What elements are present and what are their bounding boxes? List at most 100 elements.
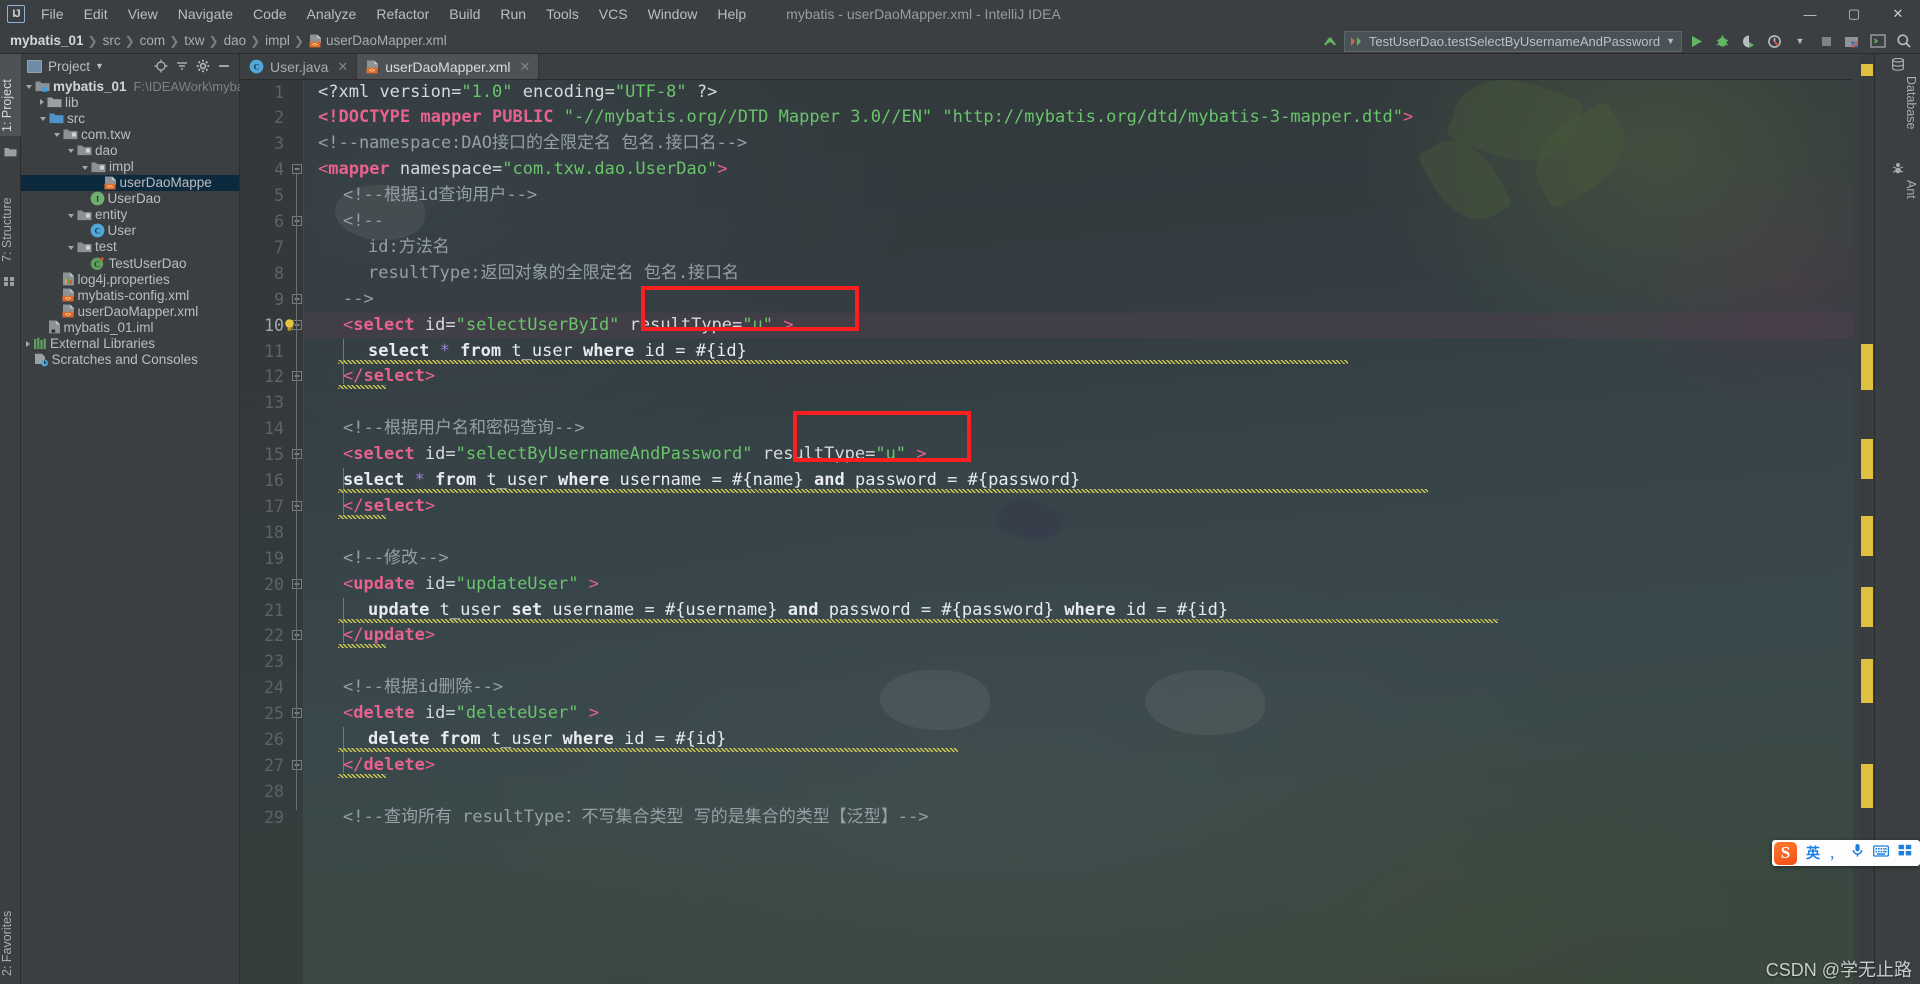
fold-marker[interactable] [292,630,302,641]
stop-icon[interactable] [1814,30,1838,52]
locate-icon[interactable] [152,57,170,75]
menu-item-analyze[interactable]: Analyze [297,3,367,25]
apps-icon[interactable] [1898,844,1912,862]
fold-marker[interactable] [292,371,302,382]
code-line[interactable]: <delete id="deleteUser" > [343,701,599,727]
code-line[interactable]: <!DOCTYPE mapper PUBLIC "-//mybatis.org/… [318,105,1413,131]
tree-item-com-txw[interactable]: com.txw [21,126,239,142]
tree-item-user[interactable]: C User [21,223,239,239]
tree-item-impl[interactable]: impl [21,158,239,174]
tree-item-test[interactable]: test [21,239,239,255]
menu-item-help[interactable]: Help [707,3,756,25]
chevron-right-icon[interactable] [40,99,44,106]
run-configuration-selector[interactable]: TestUserDao.testSelectByUsernameAndPassw… [1343,30,1682,52]
build-project-icon[interactable] [1840,30,1864,52]
chevron-down-icon[interactable]: ▼ [95,61,104,71]
tree-item-scratches-and-consoles[interactable]: Scratches and Consoles [21,352,239,368]
tree-item-userdao[interactable]: I UserDao [21,191,239,207]
menu-item-file[interactable]: File [31,3,74,25]
tree-item-testuserdao[interactable]: C TestUserDao [21,255,239,271]
tree-item-entity[interactable]: entity [21,207,239,223]
code-line[interactable]: <?xml version="1.0" encoding="UTF-8" ?> [318,80,717,106]
menu-item-navigate[interactable]: Navigate [168,3,243,25]
menu-item-run[interactable]: Run [490,3,536,25]
terminal-icon[interactable] [1866,30,1890,52]
menu-item-tools[interactable]: Tools [536,3,589,25]
fold-marker[interactable] [292,164,302,175]
sidebar-item-favorites[interactable]: 2: Favorites [0,906,21,980]
menu-item-refactor[interactable]: Refactor [366,3,439,25]
code-line[interactable]: <!--namespace:DAO接口的全限定名 包名.接口名--> [318,131,747,157]
chevron-down-icon[interactable] [82,165,88,170]
breadcrumb-item-com[interactable]: com [136,30,169,52]
code-line[interactable]: resultType:返回对象的全限定名 包名.接口名 [368,261,739,287]
fold-marker[interactable] [292,708,302,719]
menu-item-code[interactable]: Code [243,3,296,25]
minimize-button[interactable]: — [1788,0,1832,28]
fold-marker[interactable] [292,578,302,589]
code-line[interactable]: <!--查询所有 resultType：不写集合类型 写的是集合的类型【泛型】-… [343,805,928,831]
code-line[interactable]: <!--修改--> [343,546,449,572]
search-everywhere-icon[interactable] [1892,30,1916,52]
sidebar-item-database[interactable]: Database [1904,76,1918,130]
keyboard-icon[interactable] [1872,844,1890,862]
breadcrumb-item-mybatis-01[interactable]: mybatis_01 [6,30,87,52]
code-line[interactable]: <!-- [343,209,384,235]
code-line[interactable]: <!--根据用户名和密码查询--> [343,416,585,442]
tree-item-external-libraries[interactable]: External Libraries [21,336,239,352]
close-icon[interactable]: ✕ [520,59,531,75]
chevron-down-icon[interactable] [68,149,74,154]
hide-icon[interactable] [215,57,233,75]
tree-item-mybatis-config-xml[interactable]: <> mybatis-config.xml [21,287,239,303]
tree-item-userdaomapper-xml[interactable]: <> userDaoMapper.xml [21,303,239,319]
menu-item-window[interactable]: Window [638,3,708,25]
code-line[interactable]: id:方法名 [368,235,450,261]
input-method-toolbar[interactable]: S 英 ， [1772,840,1920,866]
code-content[interactable]: 1 <?xml version="1.0" encoding="UTF-8" ?>… [240,80,1853,984]
maximize-button[interactable]: ▢ [1832,0,1876,28]
chevron-down-icon[interactable] [68,213,74,218]
debug-icon[interactable] [1710,30,1734,52]
close-icon[interactable]: ✕ [337,59,348,75]
sidebar-item-structure[interactable]: 7: Structure [0,166,21,266]
breadcrumb-item-impl[interactable]: impl [261,30,293,52]
tree-item-log4j-properties[interactable]: log4j.properties [21,271,239,287]
breadcrumb-item-src[interactable]: src [99,30,124,52]
editor-tab-userdaomapper-xml[interactable]: <> userDaoMapper.xml ✕ [357,54,540,79]
code-line[interactable]: <update id="updateUser" > [343,572,599,598]
code-line[interactable]: --> [343,287,374,313]
editor-tab-user-java[interactable]: C User.java ✕ [240,54,358,79]
ime-punctuation-toggle[interactable]: ， [1829,844,1842,863]
settings-gear-icon[interactable] [194,57,212,75]
collapse-all-icon[interactable] [173,57,191,75]
ime-mode-label[interactable]: 英 [1806,843,1820,863]
menu-item-view[interactable]: View [118,3,168,25]
code-line[interactable]: <!--根据id查询用户--> [343,183,537,209]
sidebar-item-ant[interactable]: Ant [1904,180,1918,199]
tree-item-dao[interactable]: dao [21,142,239,158]
tree-item-lib[interactable]: lib [21,94,239,110]
menu-item-build[interactable]: Build [439,3,490,25]
chevron-down-icon[interactable] [54,133,60,138]
navigate-up-icon[interactable] [1318,30,1342,52]
breadcrumb-item-userdaomapper-xml[interactable]: <> userDaoMapper.xml [305,30,450,52]
run-icon[interactable] [1684,30,1708,52]
tree-item-src[interactable]: src [21,110,239,126]
breadcrumb-item-dao[interactable]: dao [220,30,250,52]
fold-marker[interactable] [292,293,302,304]
fold-marker[interactable] [292,449,302,460]
menu-item-edit[interactable]: Edit [74,3,118,25]
chevron-down-icon[interactable]: ▼ [1788,30,1812,52]
fold-marker[interactable] [292,216,302,226]
tree-item-userdaomappe[interactable]: <> userDaoMappe [21,174,239,191]
chevron-right-icon[interactable] [26,340,30,347]
chevron-down-icon[interactable] [68,245,74,250]
fold-marker[interactable] [292,500,302,511]
code-line[interactable]: <!--根据id删除--> [343,675,503,701]
microphone-icon[interactable] [1851,843,1864,863]
breadcrumb-item-txw[interactable]: txw [180,30,207,52]
chevron-down-icon[interactable] [26,85,32,90]
tree-item-mybatis-01-iml[interactable]: mybatis_01.iml [21,319,239,335]
code-line[interactable]: <mapper namespace="com.txw.dao.UserDao"> [318,157,727,183]
tree-item-mybatis-01[interactable]: mybatis_01 F:\IDEAWork\myba [21,78,244,94]
